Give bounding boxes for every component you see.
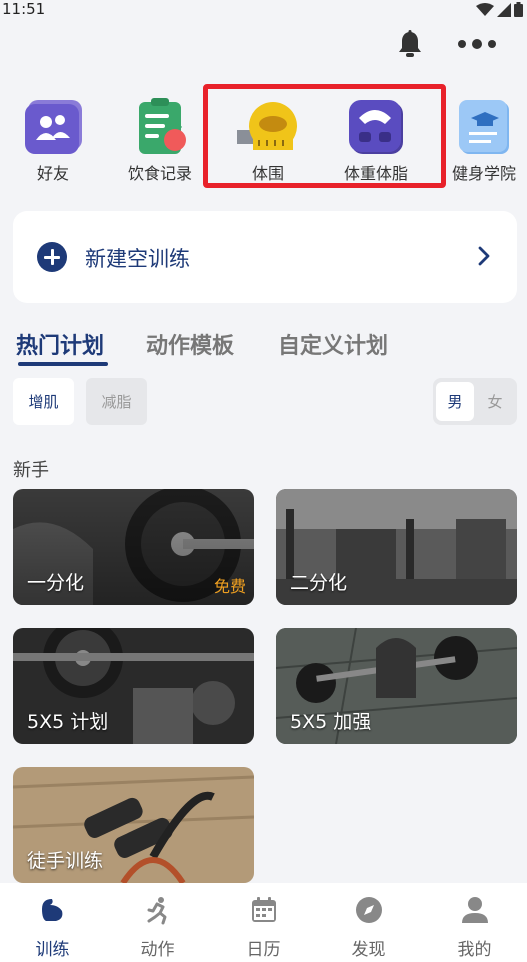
nav-actions[interactable]: 动作 (105, 883, 210, 962)
nav-label: 日历 (246, 940, 281, 960)
signal-icon (497, 2, 511, 17)
diet-record-icon (139, 98, 186, 154)
plan-name: 二分化 (290, 572, 348, 594)
friends-icon (25, 100, 82, 154)
plan-name: 5X5 计划 (27, 711, 109, 733)
plan-card[interactable]: 一分化 免费 (13, 489, 254, 605)
nav-training[interactable]: 训练 (0, 883, 105, 962)
gender-female-button[interactable]: 女 (476, 382, 514, 421)
academy-icon (459, 100, 509, 154)
quick-action-friends[interactable]: 好友 (3, 96, 103, 186)
nav-label: 发现 (351, 940, 386, 960)
plan-card[interactable]: 徒手训练 (13, 767, 254, 883)
plan-card[interactable]: 二分化 (276, 489, 517, 605)
user-icon (461, 897, 488, 923)
tab-underline (18, 362, 108, 366)
new-training-card[interactable]: 新建空训练 (13, 211, 517, 303)
gender-toggle: 男 女 (433, 378, 517, 425)
free-badge: 免费 (213, 577, 246, 596)
plus-icon (37, 242, 67, 272)
plan-card[interactable]: 5X5 计划 (13, 628, 254, 744)
tab-hot-plans[interactable]: 热门计划 (16, 328, 104, 360)
bottom-nav: 训练 动作 日历 发现 我的 (0, 883, 527, 962)
gender-male-button[interactable]: 男 (436, 382, 474, 421)
plan-name: 徒手训练 (27, 850, 104, 872)
compass-icon (355, 897, 382, 923)
wifi-icon (476, 2, 494, 16)
section-title: 新手 (13, 460, 49, 481)
tab-custom-plans[interactable]: 自定义计划 (278, 328, 388, 360)
plan-card[interactable]: 5X5 加强 (276, 628, 517, 744)
calendar-icon (251, 897, 276, 922)
tab-action-templates[interactable]: 动作模板 (146, 328, 234, 360)
quick-action-label: 饮食记录 (127, 164, 192, 183)
quick-action-label: 健身学院 (451, 164, 516, 183)
plan-name: 5X5 加强 (290, 711, 372, 733)
filter-gain-button[interactable]: 增肌 (13, 378, 74, 425)
highlight-box (203, 84, 446, 188)
nav-discover[interactable]: 发现 (316, 883, 421, 962)
status-time: 11:51 (2, 0, 46, 18)
nav-profile[interactable]: 我的 (422, 883, 527, 962)
quick-action-diet[interactable]: 饮食记录 (110, 96, 210, 186)
status-bar: 11:51 (0, 0, 527, 20)
more-icon[interactable] (457, 38, 497, 50)
nav-label: 动作 (140, 940, 175, 960)
new-training-label: 新建空训练 (85, 247, 190, 271)
chevron-right-icon (478, 246, 490, 266)
filter-lose-button[interactable]: 减脂 (86, 378, 147, 425)
status-icons (476, 2, 523, 17)
quick-action-academy[interactable]: 健身学院 (434, 96, 527, 186)
nav-label: 我的 (457, 940, 492, 960)
battery-icon (514, 2, 523, 17)
quick-action-label: 好友 (36, 164, 69, 183)
nav-label: 训练 (35, 940, 70, 960)
nav-calendar[interactable]: 日历 (211, 883, 316, 962)
plan-name: 一分化 (27, 572, 85, 594)
running-icon (147, 897, 166, 925)
top-actions (397, 30, 497, 58)
training-icon (41, 899, 62, 921)
bell-icon[interactable] (397, 30, 423, 58)
